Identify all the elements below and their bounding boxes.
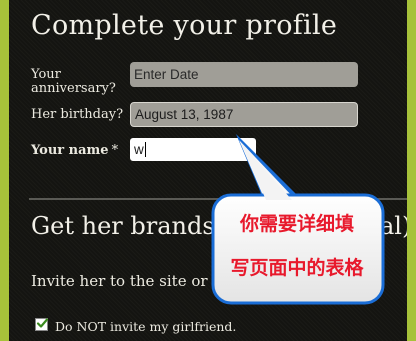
page-frame: Complete your profile Your anniversary? … (0, 0, 416, 341)
callout-line-1: 你需要详细填 (239, 213, 354, 235)
callout-bubble (211, 134, 385, 305)
callout-line-2: 写页面中的表格 (230, 257, 364, 279)
